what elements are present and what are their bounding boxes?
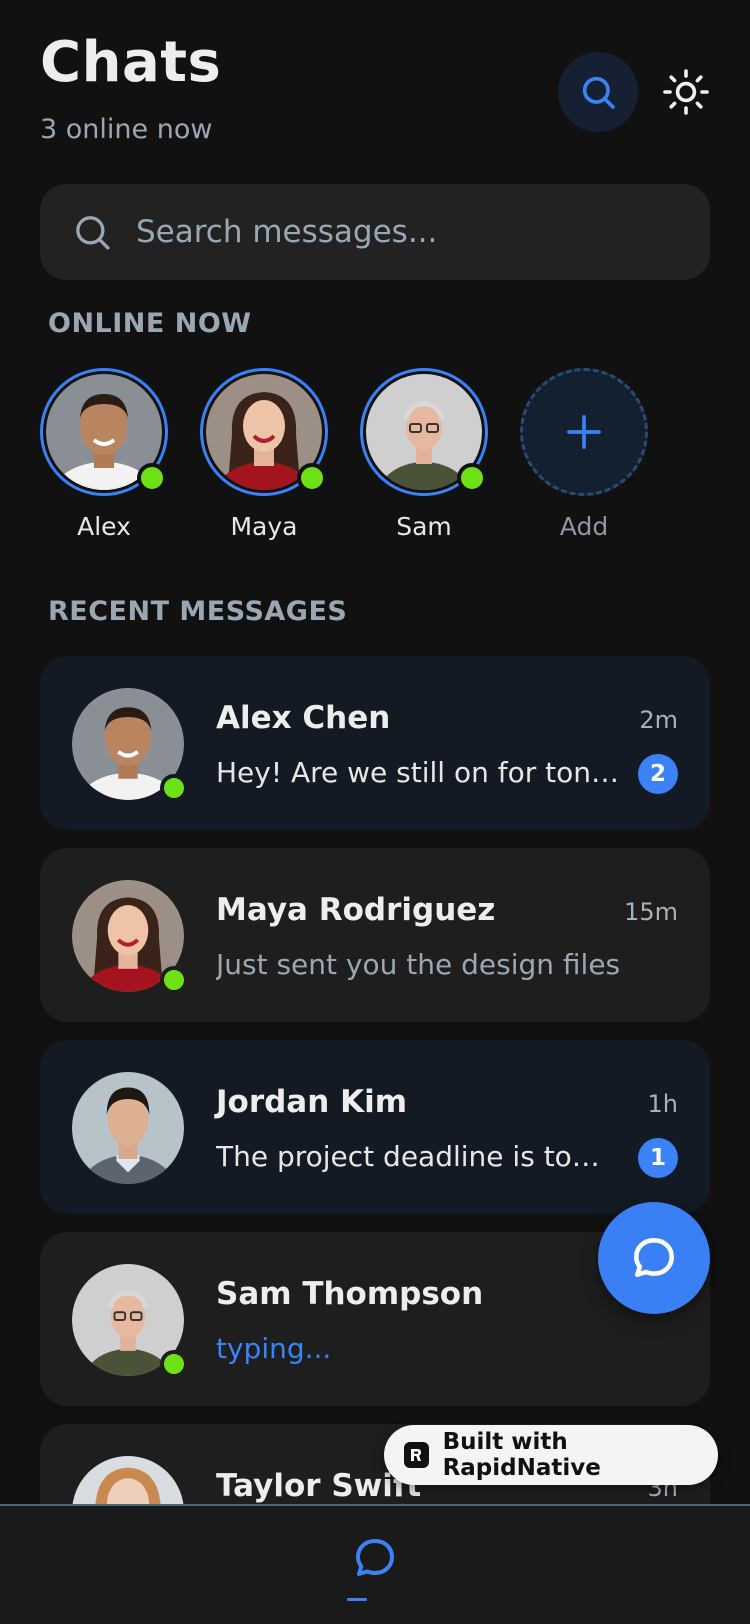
online-user-name: Sam	[396, 512, 452, 541]
sun-icon	[663, 69, 709, 115]
avatar	[72, 1264, 188, 1378]
add-contact-button[interactable]: Add	[520, 368, 648, 541]
search-bar[interactable]	[40, 184, 710, 280]
online-user-alex[interactable]: Alex	[40, 368, 168, 541]
online-status-dot	[160, 774, 188, 802]
built-with-badge[interactable]: Built with RapidNative	[384, 1425, 718, 1485]
avatar	[72, 1072, 184, 1184]
online-status-dot	[137, 463, 167, 493]
message-time: 15m	[624, 898, 678, 926]
avatar	[40, 368, 168, 496]
search-icon	[582, 76, 615, 109]
conversation-item[interactable]: Maya Rodriguez 15m Just sent you the des…	[40, 848, 710, 1022]
avatar	[360, 368, 488, 496]
search-button[interactable]	[558, 52, 638, 132]
message-preview: The project deadline is tomorrow	[216, 1140, 626, 1173]
online-status-dot	[457, 463, 487, 493]
rapidnative-logo-icon	[404, 1442, 429, 1468]
plus-icon	[567, 415, 601, 449]
chat-bubble-icon	[634, 1238, 674, 1277]
chats-screen: Chats 3 online now ONLINE NOW	[0, 0, 750, 1624]
online-status-dot	[297, 463, 327, 493]
contact-name: Alex Chen	[216, 700, 391, 736]
message-preview: Hey! Are we still on for tonight?	[216, 756, 626, 789]
online-status-dot	[160, 1350, 188, 1378]
message-preview: Just sent you the design files	[216, 948, 621, 981]
search-input[interactable]	[136, 214, 656, 250]
new-chat-fab[interactable]	[598, 1202, 710, 1314]
recent-section-label: RECENT MESSAGES	[48, 596, 348, 627]
avatar-photo	[72, 1072, 184, 1184]
search-icon	[76, 216, 110, 250]
unread-badge: 2	[638, 754, 678, 794]
bottom-tab-bar	[0, 1504, 750, 1624]
contact-name: Jordan Kim	[216, 1084, 408, 1120]
built-with-label: Built with RapidNative	[442, 1429, 601, 1481]
avatar	[200, 368, 328, 496]
online-section-label: ONLINE NOW	[48, 308, 252, 339]
chat-bubble-icon	[356, 1539, 394, 1576]
contact-name: Maya Rodriguez	[216, 892, 496, 928]
contact-name: Sam Thompson	[216, 1276, 484, 1312]
add-label: Add	[559, 512, 609, 541]
online-user-maya[interactable]: Maya	[200, 368, 328, 541]
conversation-item[interactable]: Jordan Kim 1h The project deadline is to…	[40, 1040, 710, 1214]
page-title: Chats	[40, 30, 222, 95]
unread-badge: 1	[638, 1138, 678, 1178]
conversation-item[interactable]: Alex Chen 2m Hey! Are we still on for to…	[40, 656, 710, 830]
online-user-name: Maya	[230, 512, 298, 541]
tab-chats[interactable]	[345, 1528, 405, 1588]
message-time: 1h	[647, 1090, 678, 1118]
online-user-name: Alex	[77, 512, 131, 541]
avatar	[72, 880, 188, 994]
theme-toggle-button[interactable]	[656, 62, 716, 122]
add-circle	[520, 368, 648, 496]
avatar	[72, 688, 188, 802]
online-status-dot	[160, 966, 188, 994]
online-user-sam[interactable]: Sam	[360, 368, 488, 541]
online-count: 3 online now	[40, 114, 213, 145]
active-tab-indicator	[347, 1598, 367, 1601]
typing-indicator: typing...	[216, 1332, 332, 1365]
message-time: 2m	[639, 706, 678, 734]
